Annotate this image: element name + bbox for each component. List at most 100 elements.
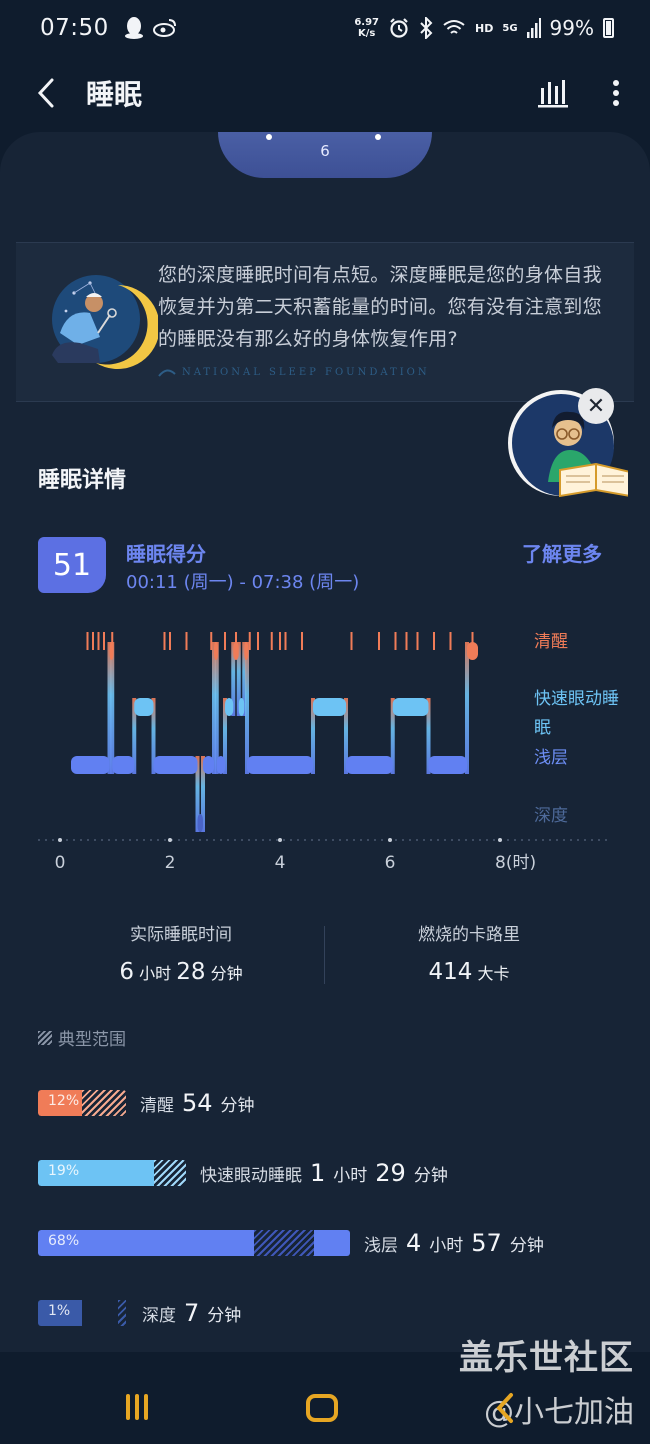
minutes-unit: 分钟 <box>220 1096 255 1116</box>
recent-bar <box>135 1394 139 1420</box>
stage-duration: 清醒 54 分钟 <box>140 1089 255 1117</box>
x-tick-label: 2 <box>165 853 176 873</box>
stage-percent: 12% <box>48 1093 80 1109</box>
stage-segment <box>238 698 245 716</box>
awake-tick <box>416 632 419 650</box>
x-tick <box>278 838 282 842</box>
stage-percent-bar: 1% <box>38 1300 126 1326</box>
actual-sleep-minutes: 28 <box>176 959 206 985</box>
awake-tick <box>405 632 408 650</box>
awake-tick <box>284 632 287 650</box>
awake-tick <box>185 632 188 650</box>
sleep-tip-card[interactable]: 您的深度睡眠时间有点短。深度睡眠是您的身体自我恢复并为第二天积蓄能量的时间。您有… <box>16 242 634 402</box>
qq-icon <box>124 17 143 39</box>
dial-dot <box>266 134 272 140</box>
weibo-icon <box>152 19 176 37</box>
page-title: 睡眠 <box>86 78 143 111</box>
stage-segment <box>153 756 198 774</box>
x-tick-label: 0 <box>55 853 66 873</box>
stage-segment <box>247 756 313 774</box>
sleep-score-label: 睡眠得分 <box>126 542 206 566</box>
stage-transition <box>245 642 249 774</box>
stage-name: 清醒 <box>140 1096 174 1116</box>
more-options-icon[interactable] <box>612 79 620 107</box>
stage-segment <box>467 642 478 660</box>
status-left-icons <box>123 16 177 40</box>
hours-unit: 小时 <box>429 1236 464 1256</box>
awake-tick <box>224 632 226 650</box>
awake-tick <box>301 632 303 650</box>
calories-value: 414 大卡 <box>324 959 614 985</box>
awake-tick <box>248 632 251 650</box>
stage-transition <box>110 642 115 774</box>
stage-minutes: 7 <box>184 1299 200 1327</box>
recent-apps-button[interactable] <box>126 1394 148 1420</box>
awake-tick <box>103 632 105 650</box>
wifi-icon <box>443 20 465 34</box>
x-tick <box>388 838 392 842</box>
network-speed: 6.97 K/s <box>354 17 379 39</box>
chevron-left-icon <box>37 78 54 108</box>
stage-percent-bar: 19% <box>38 1160 186 1186</box>
stage-minutes: 29 <box>375 1159 406 1187</box>
back-nav-icon[interactable] <box>496 1392 514 1424</box>
calories-label: 燃烧的卡路里 <box>418 925 520 945</box>
status-right: 6.97 K/s HD 5G 99% <box>354 16 614 40</box>
awake-tick <box>210 632 213 650</box>
minutes-unit: 分钟 <box>207 1306 242 1326</box>
sleep-time-range: 00:11 (周一) - 07:38 (周一) <box>126 572 360 593</box>
stage-segment <box>216 756 225 774</box>
x-tick-label: 4 <box>275 853 286 873</box>
stage-label: 深度 <box>534 806 568 826</box>
network-type: HD <box>475 21 494 35</box>
awake-tick <box>279 632 281 650</box>
sleep-stage-chart: 清醒快速眼动睡眠浅层深度 0 2 4 6 8(时) <box>38 632 619 873</box>
awake-tick <box>97 632 100 650</box>
signal-icon <box>526 18 541 38</box>
back-button[interactable] <box>36 73 66 113</box>
actual-sleep-stat: 实际睡眠时间 6 小时 28 分钟 <box>36 920 326 985</box>
battery-percent: 99% <box>549 16 594 40</box>
status-time: 07:50 <box>40 15 109 41</box>
alarm-icon <box>390 18 408 38</box>
learn-more-link[interactable]: 了解更多 <box>522 538 602 567</box>
stage-percent-bar: 12% <box>38 1090 126 1116</box>
stage-hours: 1 <box>310 1159 326 1187</box>
sleep-foundation-logo: NATIONAL SLEEP FOUNDATION <box>158 367 430 378</box>
stage-duration: 深度 7 分钟 <box>142 1299 241 1327</box>
system-nav-bar <box>0 1370 650 1444</box>
hours-unit: 小时 <box>139 964 172 983</box>
stage-segment <box>225 698 234 716</box>
stage-segment <box>244 642 249 660</box>
stage-transition <box>465 642 469 774</box>
stage-label-rem-wrap: 眠 <box>534 718 551 738</box>
stage-segment <box>109 642 114 660</box>
stage-bar-fill <box>314 1230 350 1256</box>
bluetooth-icon <box>420 17 433 39</box>
statistics-icon[interactable] <box>538 78 568 108</box>
stage-name: 浅层 <box>364 1236 398 1256</box>
x-tick <box>168 838 172 842</box>
battery-icon <box>603 18 614 38</box>
stage-percent: 19% <box>48 1163 80 1179</box>
close-bubble-button[interactable]: ✕ <box>578 388 614 424</box>
minutes-unit: 分钟 <box>509 1236 544 1256</box>
stage-transition <box>214 642 219 774</box>
awake-tick <box>257 632 259 650</box>
x-tick <box>498 838 502 842</box>
stage-name: 深度 <box>142 1306 176 1326</box>
sleep-foundation-name: NATIONAL SLEEP FOUNDATION <box>182 367 430 378</box>
moon-logo-icon <box>158 369 176 377</box>
minutes-unit: 分钟 <box>413 1166 448 1186</box>
calories-unit: 大卡 <box>477 964 510 983</box>
stage-hours: 4 <box>406 1229 422 1257</box>
stage-duration: 快速眼动睡眠 1 小时 29 分钟 <box>200 1159 448 1187</box>
stage-row: 1% 深度 7 分钟 <box>38 1298 241 1328</box>
stage-percent-bar: 68% <box>38 1230 350 1256</box>
actual-sleep-value: 6 小时 28 分钟 <box>36 959 326 985</box>
awake-tick <box>350 632 353 650</box>
home-button[interactable] <box>306 1394 338 1422</box>
stage-segment <box>428 756 467 774</box>
awake-tick <box>86 632 89 650</box>
typical-range-hatch <box>254 1230 314 1256</box>
